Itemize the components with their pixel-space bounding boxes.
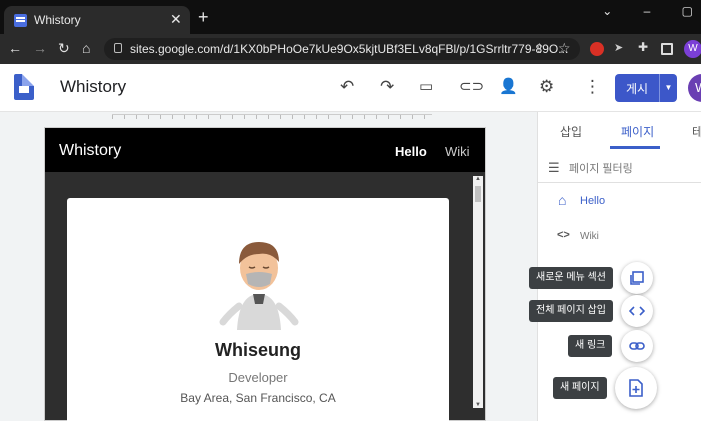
new-tab-button[interactable]: + [198,8,209,26]
profile-location: Bay Area, San Francisco, CA [180,391,336,405]
site-preview: Whistory Hello Wiki Whiseung Developer B… [44,127,486,428]
back-arrow-icon[interactable]: ← [8,40,22,56]
site-title[interactable]: Whistory [60,77,126,97]
address-bar[interactable]: sites.google.com/d/1KX0bPHoOe7kUe9Ox5kjt… [104,38,580,60]
forward-arrow-icon[interactable]: → [33,40,47,56]
google-sites-logo-icon[interactable] [14,74,34,100]
share-with-others-icon[interactable]: 👤 [499,78,518,96]
lock-icon[interactable] [114,43,122,53]
maximize-button[interactable]: ▢ [682,4,693,18]
tab-search-icon[interactable]: ⌄ [602,4,612,18]
extension-record-icon[interactable] [590,42,604,56]
fab-label-new-section[interactable]: 새로운 메뉴 섹션 [529,267,613,289]
sites-header: Whistory ↶ ↷ ▭ ⊂⊃ 👤 ⚙ ⋮ 게시 ▼ W [0,64,701,112]
profile-role: Developer [228,370,288,385]
new-menu-section-button[interactable] [621,262,653,294]
minimize-button[interactable]: – [644,4,651,18]
tab-close-icon[interactable]: ✕ [170,11,182,28]
browser-tab-bar: Whistory ✕ + ⌄ – ▢ [0,0,701,34]
nav-link-wiki[interactable]: Wiki [445,144,470,159]
editor-ruler [112,114,432,119]
window-controls: ⌄ – ▢ [574,4,693,18]
url-text[interactable]: sites.google.com/d/1KX0bPHoOe7kUe9Ox5kjt… [130,42,568,56]
fab-label-embed-page[interactable]: 전체 페이지 삽입 [529,300,613,322]
home-icon[interactable]: ⌂ [82,40,90,56]
tab-title: Whistory [34,13,81,27]
home-page-icon: ⌂ [558,192,567,208]
fab-label-new-link[interactable]: 새 링크 [568,335,613,357]
fab-label-new-page[interactable]: 새 페이지 [553,377,607,399]
site-brand[interactable]: Whistory [59,142,121,160]
embed-code-icon: <> [557,229,570,241]
browser-toolbar: ← → ↻ ⌂ sites.google.com/d/1KX0bPHoOe7kU… [0,34,701,64]
memoji-avatar [219,242,299,330]
page-filter-input[interactable]: 페이지 필터링 [569,160,633,176]
page-item-wiki[interactable]: Wiki [580,231,599,242]
tab-themes[interactable]: 테 [692,123,701,140]
browser-tab[interactable]: Whistory ✕ [4,6,190,34]
scroll-up-icon[interactable]: ▲ [475,176,481,182]
code-icon [629,306,645,316]
scroll-down-icon[interactable]: ▼ [475,402,481,408]
nav-link-hello[interactable]: Hello [395,144,427,159]
more-options-icon[interactable]: ⋮ [584,78,601,96]
extensions-puzzle-icon[interactable]: ✚ [638,40,652,54]
tab-insert[interactable]: 삽입 [560,123,582,140]
site-navigation-bar: Whistory Hello Wiki [45,128,485,172]
copy-section-icon [630,271,644,285]
user-avatar[interactable]: W [688,74,701,102]
embed-full-page-button[interactable] [621,295,653,327]
browser-profile-avatar[interactable]: W [684,40,701,58]
settings-gear-icon[interactable]: ⚙ [539,78,554,96]
site-favicon-icon [14,14,27,27]
reload-icon[interactable]: ↻ [58,40,70,56]
publish-button[interactable]: 게시 ▼ [615,74,677,102]
page-item-hello[interactable]: Hello [580,195,605,207]
preview-scrollbar[interactable]: ▲ ▼ [473,176,483,408]
scroll-thumb[interactable] [475,186,481,202]
preview-devices-icon[interactable]: ▭ [419,78,433,96]
profile-name: Whiseung [215,340,301,360]
active-tab-indicator [610,146,660,149]
share-icon[interactable]: ⇪ [534,41,545,57]
profile-card: Whiseung Developer Bay Area, San Francis… [67,198,449,428]
publish-dropdown-icon[interactable]: ▼ [659,74,677,102]
tab-pages[interactable]: 페이지 [621,123,654,140]
panel-divider [538,182,701,183]
link-icon [629,342,645,350]
new-link-button[interactable] [621,330,653,362]
copy-link-icon[interactable]: ⊂⊃ [459,78,484,96]
extension-cursor-icon[interactable]: ➤ [614,41,628,55]
publish-label: 게시 [626,82,649,96]
filter-icon[interactable]: ☰ [548,160,560,176]
undo-icon[interactable]: ↶ [340,78,354,96]
bookmark-star-icon[interactable]: ☆ [558,40,571,57]
new-page-button[interactable] [615,367,657,409]
redo-icon[interactable]: ↷ [380,78,394,96]
side-panel-icon[interactable] [661,43,673,55]
new-page-icon [629,379,643,397]
